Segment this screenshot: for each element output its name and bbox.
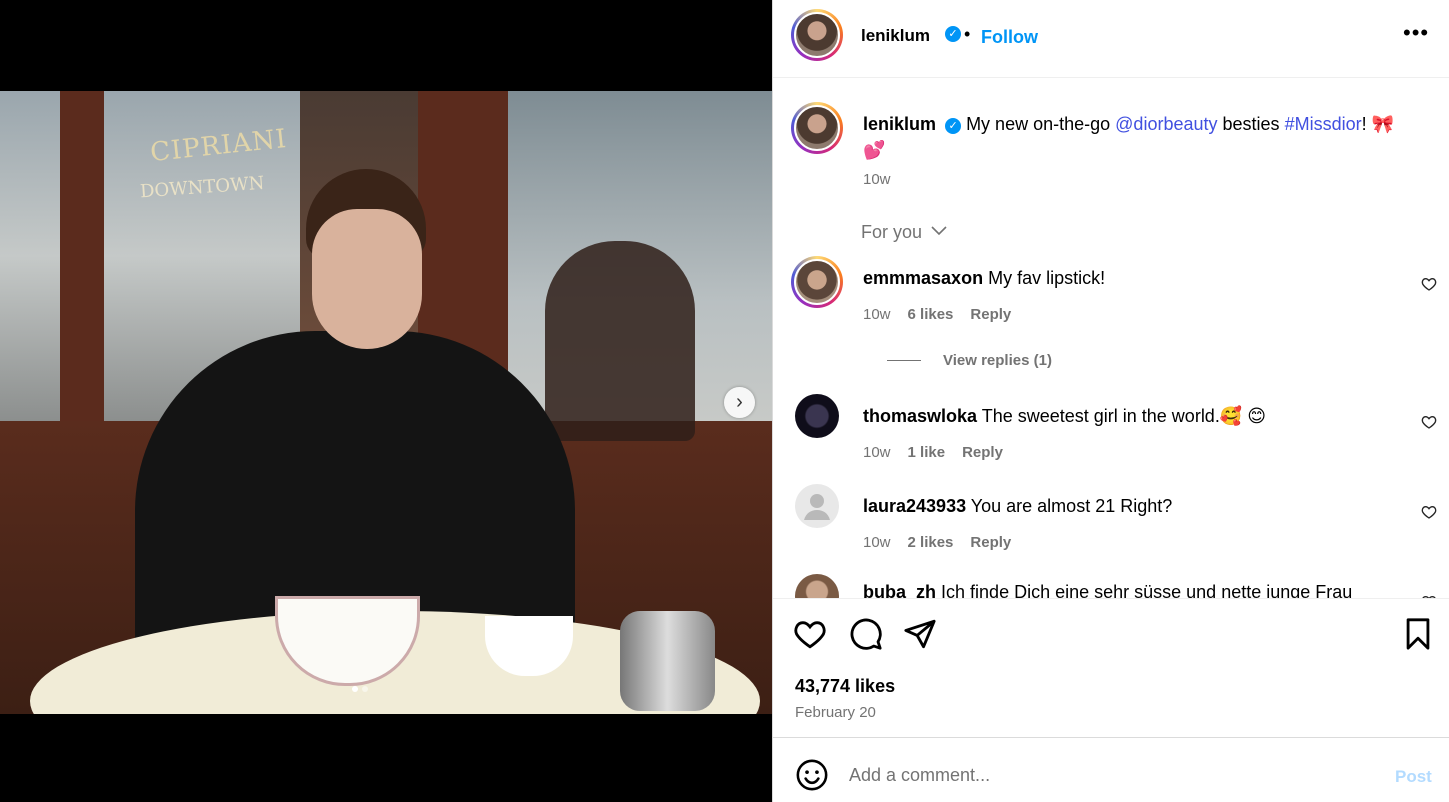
comment-text: thomaswloka The sweetest girl in the wor… [863,406,1266,427]
comment-body: The sweetest girl in the world.🥰 😊 [981,406,1267,426]
carousel-indicator [352,686,368,692]
person-face [312,209,422,349]
follow-button[interactable]: Follow [981,27,1038,48]
post-date[interactable]: February 20 [795,704,876,721]
carousel-dot [362,686,368,692]
commenter-avatar[interactable] [795,394,839,438]
comments-list[interactable]: emmmasaxon My fav lipstick! 10w 6 likes … [773,252,1449,598]
post-comment-button[interactable]: Post [1395,767,1432,787]
post-media: CIPRIANI DOWNTOWN › [0,0,772,802]
chevron-down-icon [931,226,947,236]
verified-badge-icon: ✓ [945,26,961,42]
comment-like-heart-icon[interactable] [1421,276,1437,292]
comment-username[interactable]: buba_zh [863,582,936,598]
like-heart-icon[interactable] [793,617,827,651]
separator-dot: • [964,24,971,44]
commenter-avatar-default-icon[interactable] [795,484,839,528]
hearts-emoji: 💕 [863,140,886,160]
author-avatar[interactable] [791,9,843,61]
commenter-avatar[interactable] [795,574,839,598]
comment-text: buba_zh Ich finde Dich eine sehr süsse u… [863,582,1352,598]
comment-text: laura243933 You are almost 21 Right? [863,496,1172,517]
comment-likes[interactable]: 1 like [908,444,946,461]
caption-timestamp[interactable]: 10w [863,171,891,188]
caption-text: leniklum ✓ My new on-the-go @diorbeauty … [863,111,1433,163]
post-side-panel: leniklum ✓ • Follow ••• leniklum ✓ My ne… [772,0,1449,802]
share-paper-plane-icon[interactable] [903,617,937,651]
comment-text: emmmasaxon My fav lipstick! [863,268,1105,289]
comment-meta: 10w 1 like Reply [863,444,1003,461]
commenter-avatar[interactable] [791,256,843,308]
comment-input[interactable] [849,760,1369,790]
post-photo[interactable]: CIPRIANI DOWNTOWN [0,91,772,714]
comment-username[interactable]: thomaswloka [863,406,977,426]
likes-count[interactable]: 43,774 likes [795,676,895,697]
more-options-icon[interactable]: ••• [1403,20,1429,46]
post-actions: 43,774 likes February 20 [773,598,1449,738]
background-person [545,241,695,441]
caption-username[interactable]: leniklum [863,114,936,134]
caption-text-middle: besties [1222,114,1280,134]
ribbon-emoji: 🎀 [1371,114,1395,134]
comment-username[interactable]: laura243933 [863,496,966,516]
comment-username[interactable]: emmmasaxon [863,268,983,288]
emoji-smiley-icon[interactable] [795,758,829,792]
chevron-right-icon: › [736,391,743,413]
caption-avatar[interactable] [791,102,843,154]
comment-time[interactable]: 10w [863,444,891,461]
caption-text-end: ! [1361,114,1367,134]
comment-like-heart-icon[interactable] [1421,504,1437,520]
carousel-dot-active [352,686,358,692]
comment-time[interactable]: 10w [863,534,891,551]
view-replies-label: View replies (1) [943,352,1052,369]
add-comment-bar: Post [773,738,1449,802]
comment-body: You are almost 21 Right? [970,496,1173,516]
comment-meta: 10w 2 likes Reply [863,534,1011,551]
replies-divider [887,360,921,361]
verified-badge-icon: ✓ [945,118,962,134]
author-username[interactable]: leniklum [861,26,930,46]
comment-meta: 10w 6 likes Reply [863,306,1011,323]
view-replies-button[interactable]: View replies (1) [887,352,1052,369]
sort-label: For you [861,222,923,242]
caption-mention[interactable]: @diorbeauty [1115,114,1217,134]
reply-button[interactable]: Reply [970,534,1011,551]
comment-like-heart-icon[interactable] [1421,414,1437,430]
reply-button[interactable]: Reply [970,306,1011,323]
post-header: leniklum ✓ • Follow ••• [773,0,1449,78]
caption-hashtag[interactable]: #Missdior [1285,114,1362,134]
comment-body: Ich finde Dich eine sehr süsse und nette… [941,582,1353,598]
comment-sort-dropdown[interactable]: For you [861,222,947,243]
comment-time[interactable]: 10w [863,306,891,323]
silver-pot [620,611,715,711]
save-bookmark-icon[interactable] [1401,617,1435,651]
next-slide-button[interactable]: › [724,387,755,418]
comment-body: My fav lipstick! [988,268,1106,288]
comment-likes[interactable]: 2 likes [908,534,954,551]
caption-text-before: My new on-the-go [966,114,1111,134]
reply-button[interactable]: Reply [962,444,1003,461]
comment-likes[interactable]: 6 likes [908,306,954,323]
comment-icon[interactable] [849,617,883,651]
